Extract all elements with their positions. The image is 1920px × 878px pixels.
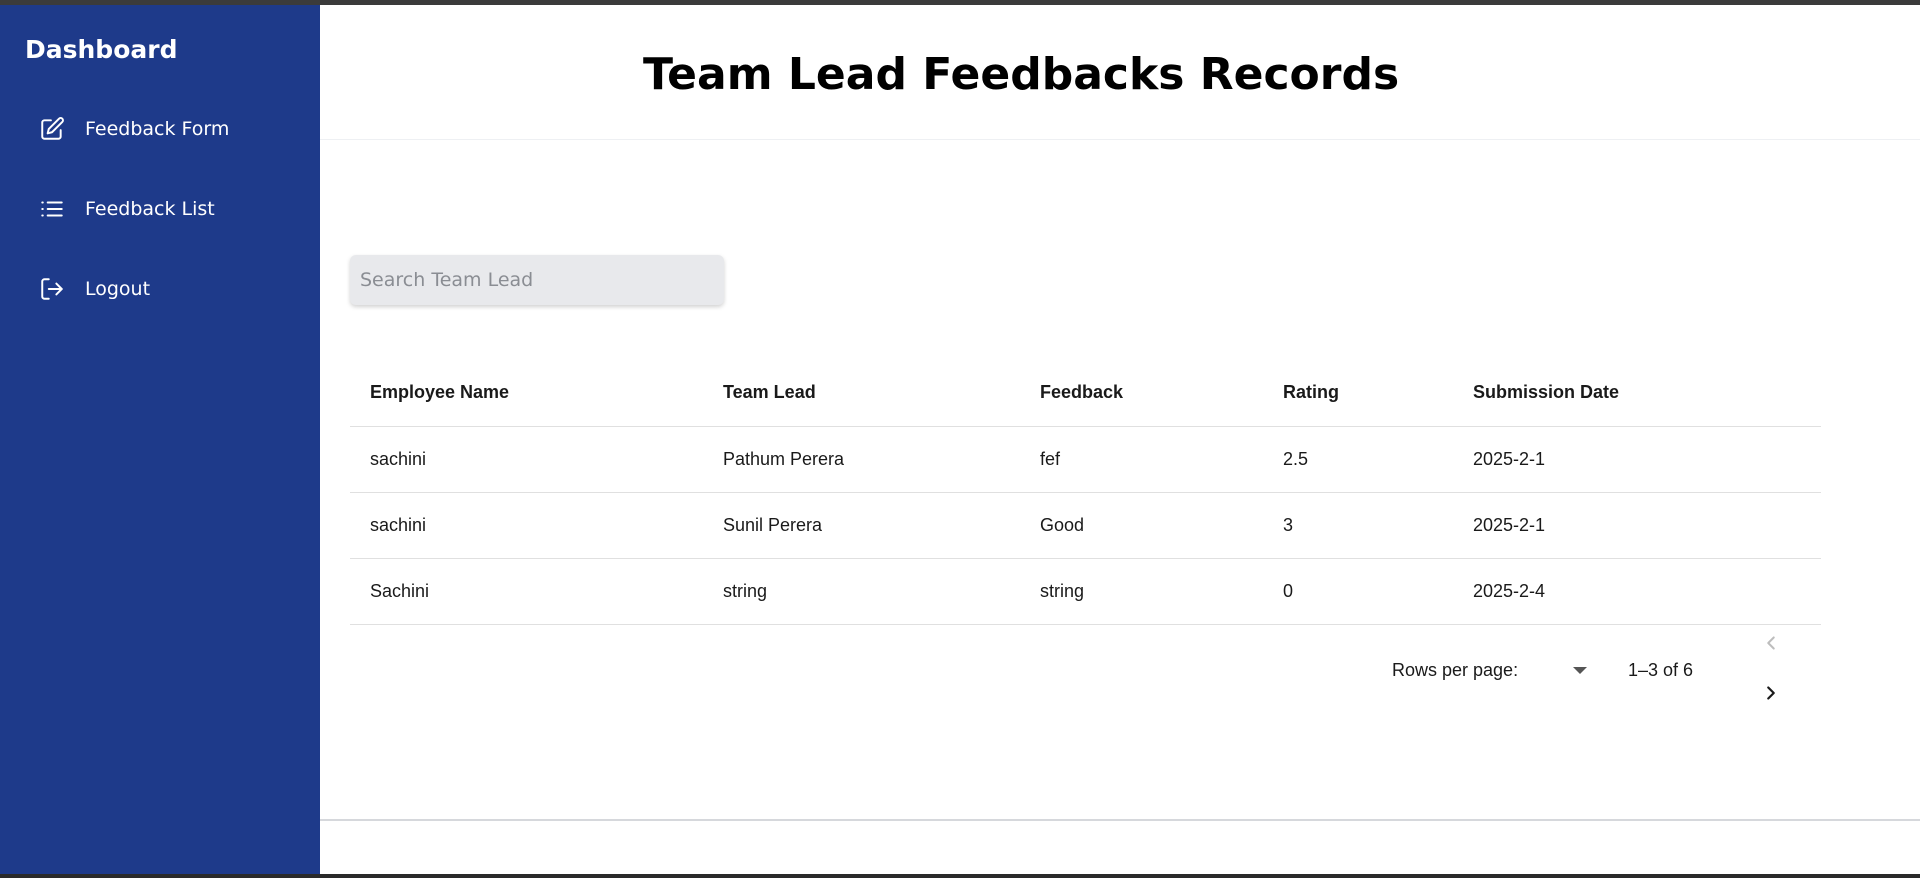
sidebar-item-label: Feedback Form	[85, 118, 230, 140]
table-header-row: Employee Name Team Lead Feedback Rating …	[350, 358, 1821, 427]
browser-bottom-strip	[0, 874, 1920, 878]
cell-submission-date: 2025-2-4	[1453, 558, 1821, 625]
cell-employee-name: sachini	[350, 426, 703, 493]
pagination-range: 1–3 of 6	[1628, 660, 1694, 680]
main-area: Team Lead Feedbacks Records Employee Nam…	[320, 5, 1920, 874]
sidebar-item-feedback-list[interactable]: Feedback List	[25, 181, 305, 237]
rows-per-page-label: Rows per page:	[1392, 660, 1519, 680]
rows-per-page-select[interactable]	[1560, 658, 1600, 682]
sidebar-item-label: Logout	[85, 278, 151, 300]
cell-rating: 3	[1263, 492, 1453, 559]
previous-page-button[interactable]	[1756, 628, 1786, 658]
table-row[interactable]: sachini Pathum Perera fef 2.5 2025-2-1	[350, 426, 1821, 493]
search-input[interactable]	[350, 255, 724, 305]
table-row[interactable]: Sachini string string 0 2025-2-4	[350, 558, 1821, 625]
column-header-rating[interactable]: Rating	[1263, 358, 1453, 427]
sidebar: Dashboard Feedback Form Feedback List Lo…	[0, 5, 320, 874]
list-icon	[37, 194, 67, 224]
sidebar-item-label: Feedback List	[85, 198, 215, 220]
cell-rating: 0	[1263, 558, 1453, 625]
cell-feedback: Good	[1020, 492, 1263, 559]
sidebar-title: Dashboard	[25, 35, 178, 64]
page-title: Team Lead Feedbacks Records	[643, 49, 1400, 100]
cell-team-lead: Sunil Perera	[703, 492, 1020, 559]
cell-feedback: fef	[1020, 426, 1263, 493]
chevron-down-icon	[1573, 667, 1587, 674]
page-header: Team Lead Feedbacks Records	[320, 5, 1920, 140]
edit-icon	[37, 114, 67, 144]
chevron-right-icon	[1767, 686, 1775, 700]
table-pagination: Rows per page: 1–3 of 6	[320, 636, 1920, 720]
next-page-button[interactable]	[1756, 678, 1786, 708]
logout-icon	[37, 274, 67, 304]
sidebar-item-feedback-form[interactable]: Feedback Form	[25, 101, 305, 157]
column-header-feedback[interactable]: Feedback	[1020, 358, 1263, 427]
cell-rating: 2.5	[1263, 426, 1453, 493]
column-header-team-lead[interactable]: Team Lead	[703, 358, 1020, 427]
records-panel: Employee Name Team Lead Feedback Rating …	[320, 140, 1920, 821]
column-header-employee-name[interactable]: Employee Name	[350, 358, 703, 427]
cell-team-lead: string	[703, 558, 1020, 625]
cell-employee-name: sachini	[350, 492, 703, 559]
cell-submission-date: 2025-2-1	[1453, 426, 1821, 493]
cell-feedback: string	[1020, 558, 1263, 625]
column-header-submission-date[interactable]: Submission Date	[1453, 358, 1821, 427]
table-row[interactable]: sachini Sunil Perera Good 3 2025-2-1	[350, 492, 1821, 559]
cell-team-lead: Pathum Perera	[703, 426, 1020, 493]
cell-submission-date: 2025-2-1	[1453, 492, 1821, 559]
records-table: Employee Name Team Lead Feedback Rating …	[350, 358, 1821, 625]
sidebar-item-logout[interactable]: Logout	[25, 261, 305, 317]
chevron-left-icon	[1767, 636, 1775, 650]
cell-employee-name: Sachini	[350, 558, 703, 625]
